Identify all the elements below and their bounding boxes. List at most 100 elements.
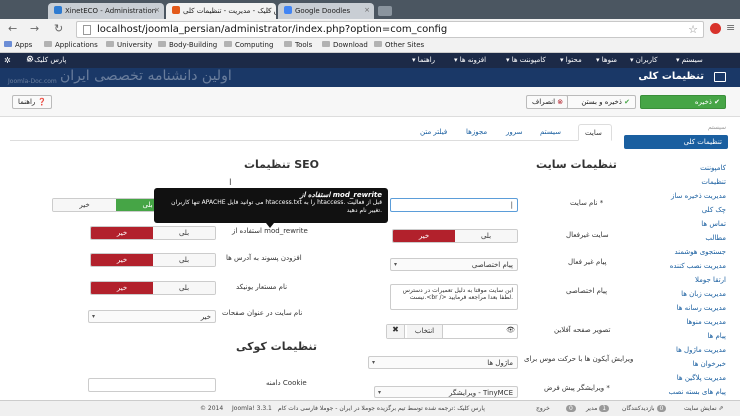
bookmark-computing[interactable]: Computing <box>224 41 273 49</box>
menu-help[interactable]: ▾ راهنما <box>412 56 435 64</box>
folder-icon <box>224 41 232 47</box>
mod-rewrite-no-option[interactable]: خیر <box>91 227 153 239</box>
unicode-alias-toggle[interactable]: خیر بلی <box>90 281 216 295</box>
close-icon[interactable]: × <box>154 6 160 14</box>
url-suffix-no-option[interactable]: خیر <box>91 254 153 266</box>
sidebar-item[interactable]: مدیریت نصب کننده <box>670 262 726 270</box>
sidebar-item[interactable]: مدیریت منوها <box>686 318 726 326</box>
bookmark-body-building[interactable]: Body-Building <box>158 41 217 49</box>
logout-link[interactable]: خروج <box>536 405 550 412</box>
sef-no-option[interactable]: خیر <box>53 199 116 211</box>
close-icon[interactable]: × <box>364 6 370 14</box>
forward-arrow-icon[interactable]: → <box>30 22 39 35</box>
messages-status[interactable]: 0 <box>566 405 576 412</box>
sitename-in-title-select[interactable]: ▾ خیر <box>88 310 216 323</box>
cancel-button[interactable]: انصراف ⊗ <box>526 95 568 109</box>
custom-message-textarea[interactable]: این سایت موقتا به دلیل تعمیرات در دسترس … <box>390 284 518 310</box>
address-bar[interactable]: localhost/joomla_persian/administrator/i… <box>76 21 704 38</box>
bookmark-tools[interactable]: Tools <box>284 41 312 49</box>
menu-users[interactable]: ▾ کاربران <box>630 56 658 64</box>
bookmark-label: Other Sites <box>385 41 425 49</box>
menu-icon[interactable]: ≡ <box>726 21 735 34</box>
sidebar-item-global-config[interactable]: تنظیمات کلی <box>624 135 728 149</box>
browser-tab-label: Google Doodles <box>295 7 351 15</box>
sidebar-item[interactable]: تماس ها <box>701 220 726 228</box>
text-cursor-icon: I <box>229 178 232 188</box>
browser-tab-google[interactable]: Google Doodles × <box>278 3 374 19</box>
menu-system[interactable]: ▾ سیستم <box>676 56 703 64</box>
joomla-logo-icon[interactable]: ✲ <box>4 56 11 65</box>
sidebar-item[interactable]: پیام ها <box>707 332 726 340</box>
save-button[interactable]: ذخیره ✔ <box>640 95 726 109</box>
editor-value: ویرایشگر - TinyMCE <box>449 389 513 397</box>
logout-label: خروج <box>536 405 550 412</box>
tab-permissions[interactable]: مجوزها <box>460 124 493 141</box>
select-image-button[interactable]: انتخاب <box>407 325 443 338</box>
view-site-label: نمایش سایت <box>684 405 717 412</box>
check-icon: ✔ <box>624 98 630 106</box>
close-icon[interactable]: × <box>266 6 272 14</box>
menu-extensions[interactable]: ▾ افزونه ها <box>454 56 486 64</box>
bookmark-other-sites[interactable]: Other Sites <box>374 41 424 49</box>
browser-tab-xinet[interactable]: XinetECO - Administration × <box>48 3 164 19</box>
view-site-link[interactable]: نمایش سایت ⇗ <box>684 405 724 412</box>
cookie-domain-input[interactable] <box>88 378 216 392</box>
editor-select[interactable]: ▾ ویرایشگر - TinyMCE <box>374 386 518 398</box>
mod-rewrite-toggle[interactable]: خیر بلی <box>90 226 216 240</box>
adblock-icon[interactable] <box>710 23 721 34</box>
menu-menus[interactable]: ▾ منوها <box>596 56 617 64</box>
sidebar-item[interactable]: چک کلی <box>702 206 726 214</box>
sidebar-item[interactable]: ارتقا جوملا <box>695 276 726 284</box>
menu-components[interactable]: ▾ کامپوننت ها <box>506 56 546 64</box>
url-suffix-yes-option[interactable]: بلی <box>153 254 215 266</box>
offline-no-option[interactable]: خیر <box>393 230 455 242</box>
sidebar-item[interactable]: مدیریت زبان ها <box>681 290 726 298</box>
reload-icon[interactable]: ↻ <box>54 22 63 35</box>
help-button[interactable]: راهنما ❓ <box>12 95 52 109</box>
tab-site[interactable]: سایت <box>578 124 612 141</box>
sidebar-item[interactable]: خبرخوان ها <box>693 360 726 368</box>
unicode-alias-no-option[interactable]: خیر <box>91 282 153 294</box>
bookmark-apps[interactable]: Apps <box>4 41 32 49</box>
save-close-button[interactable]: ذخیره و بستن ✔ <box>556 95 636 109</box>
chevron-down-icon: ▾ <box>92 313 96 320</box>
offline-message-select[interactable]: ▾ پیام اختصاصی <box>390 258 518 271</box>
sidebar-item[interactable]: جستجوی هوشمند <box>674 248 726 256</box>
gear-icon[interactable]: ⚙ <box>26 55 34 65</box>
eye-icon[interactable]: 👁 <box>506 326 515 334</box>
mouseover-select[interactable]: ▾ ماژول ها <box>368 356 518 369</box>
custom-message-label: پیام اختصاصی <box>566 287 608 295</box>
sidebar-item[interactable]: پیام های بسته نصب <box>669 388 726 396</box>
new-tab-button[interactable] <box>378 6 392 16</box>
clear-icon[interactable]: ✖ <box>387 325 405 338</box>
folder-icon <box>322 41 330 47</box>
sidebar-item[interactable]: تنظیمات <box>701 178 726 186</box>
site-name-input[interactable]: | <box>390 198 518 212</box>
offline-toggle[interactable]: خیر بلی <box>392 229 518 243</box>
mod-rewrite-yes-option[interactable]: بلی <box>153 227 215 239</box>
sidebar-item[interactable]: مدیریت ذخیره ساز <box>671 192 726 200</box>
bookmarks-bar: Apps Applications University Body-Buildi… <box>0 40 740 53</box>
tab-text-filters[interactable]: فیلتر متن <box>414 124 453 141</box>
browser-tab-parsclick[interactable]: پارس کلیک - مدیریت - تنظیمات کلی× <box>166 3 276 19</box>
bookmark-download[interactable]: Download <box>322 41 368 49</box>
tab-system[interactable]: سیستم <box>534 124 567 141</box>
browser-tab-label: XinetECO - Administration <box>65 7 157 15</box>
sidebar-item[interactable]: مدیریت ماژول ها <box>676 346 726 354</box>
sidebar-item[interactable]: مدیریت پلاگین ها <box>677 374 726 382</box>
unicode-alias-yes-option[interactable]: بلی <box>153 282 215 294</box>
url-suffix-toggle[interactable]: خیر بلی <box>90 253 216 267</box>
menu-content[interactable]: ▾ محتوا <box>560 56 582 64</box>
footer-credit: پارس کلیک :ترجمه شده توسط تیم برگزیده جو… <box>278 405 485 412</box>
sidebar-item[interactable]: مطالب <box>705 234 726 242</box>
bookmark-label: Download <box>333 41 368 49</box>
sidebar-item[interactable]: مدیریت رسانه ها <box>677 304 726 312</box>
bookmark-applications[interactable]: Applications <box>44 41 98 49</box>
browser-toolbar: ← → ↻ localhost/joomla_persian/administr… <box>0 19 740 40</box>
star-icon[interactable]: ☆ <box>688 23 698 36</box>
visitors-status: بازدیدکنندگان 0 <box>622 405 667 412</box>
offline-yes-option[interactable]: بلی <box>455 230 517 242</box>
bookmark-university[interactable]: University <box>106 41 152 49</box>
tab-server[interactable]: سرور <box>500 124 529 141</box>
back-arrow-icon[interactable]: ← <box>8 22 17 35</box>
